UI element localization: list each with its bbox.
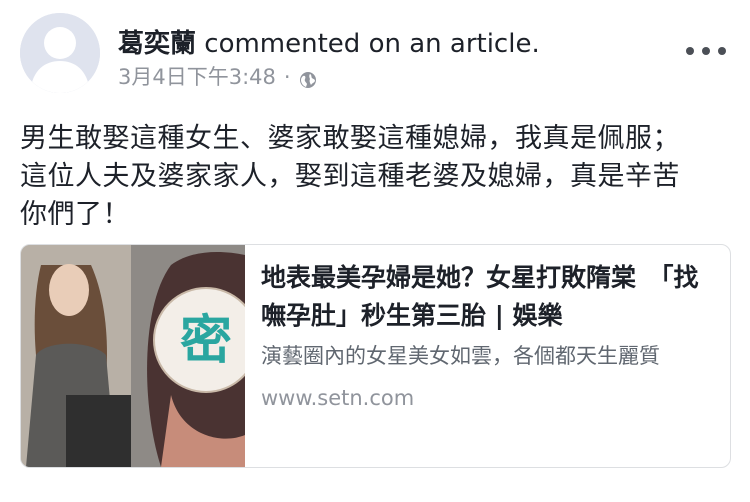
post-body-text: 男生敢娶這種女生、婆家敢娶這種媳婦，我真是佩服； 這位人夫及婆家家人，娶到這種老… xyxy=(20,123,680,230)
more-dot xyxy=(686,47,694,55)
meta-separator: · xyxy=(283,65,291,89)
link-description: 演藝圈內的女星美女如雲，各個都天生麗質 xyxy=(261,344,660,368)
author-avatar[interactable] xyxy=(20,13,100,93)
link-card-body: 地表最美孕婦是她？女星打敗隋棠 「找嘸孕肚」秒生第三胎 | 娛樂 演藝圈內的女星… xyxy=(261,259,716,413)
thumbnail-stamp-text: 密 xyxy=(180,311,232,371)
post-action-text: commented on an article. xyxy=(196,29,540,59)
link-preview-card[interactable]: 密 地表最美孕婦是她？女星打敗隋棠 「找嘸孕肚」秒生第三胎 | 娛樂 演藝圈內的… xyxy=(20,244,731,468)
link-domain: www.setn.com xyxy=(261,386,415,410)
post-meta: 3月4日下午3:48 · xyxy=(118,63,317,91)
author-name[interactable]: 葛奕蘭 xyxy=(118,29,196,59)
post-timestamp[interactable]: 3月4日下午3:48 xyxy=(118,63,276,91)
post-header: 葛奕蘭 commented on an article. 3月4日下午3:48 … xyxy=(0,0,750,100)
more-dot xyxy=(702,47,710,55)
default-avatar-icon xyxy=(20,13,100,93)
author-line: 葛奕蘭 commented on an article. xyxy=(118,27,540,61)
more-dot xyxy=(718,47,726,55)
more-options-icon[interactable] xyxy=(686,36,726,66)
link-title[interactable]: 地表最美孕婦是她？女星打敗隋棠 「找嘸孕肚」秒生第三胎 | 娛樂 xyxy=(261,259,716,335)
globe-icon[interactable] xyxy=(299,68,317,88)
link-thumbnail[interactable]: 密 xyxy=(21,245,245,467)
